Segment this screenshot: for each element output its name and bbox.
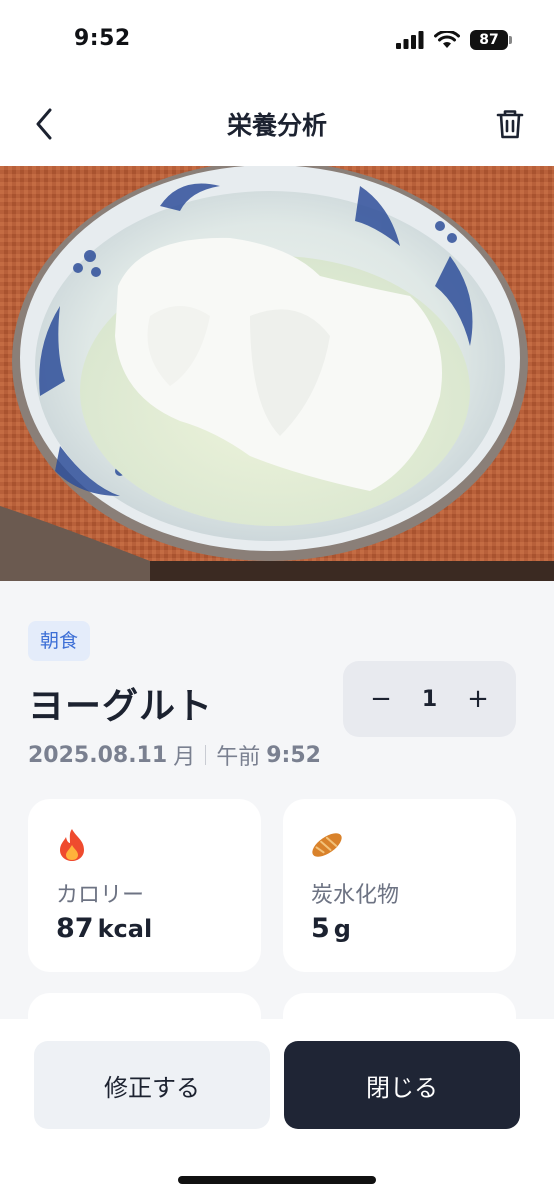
delete-button[interactable] <box>488 102 532 146</box>
logged-time: 9:52 <box>266 742 321 768</box>
bread-icon <box>312 833 342 857</box>
nutrient-value: 5g <box>311 913 351 944</box>
carbs-unit: g <box>333 915 351 943</box>
status-icons: 87 <box>396 30 512 50</box>
battery-icon: 87 <box>470 30 512 50</box>
trash-icon <box>496 110 524 139</box>
logged-weekday: 月 <box>173 745 196 770</box>
nutrient-value: 87 kcal <box>56 913 152 944</box>
edit-button[interactable]: 修正する <box>34 1041 270 1129</box>
yogurt-bowl-image <box>0 166 554 581</box>
food-photo <box>0 166 554 581</box>
fire-icon <box>60 829 84 861</box>
page-title: 栄養分析 <box>226 111 327 140</box>
wifi-icon <box>434 31 460 48</box>
quantity-stepper: − 1 + <box>343 661 516 737</box>
status-time: 9:52 <box>74 26 131 51</box>
nutrient-card-calories: カロリー 87 kcal <box>28 799 261 972</box>
home-indicator[interactable] <box>178 1176 376 1184</box>
logged-datetime: 2025.08.11 月 午前 9:52 <box>28 739 321 771</box>
date-divider <box>205 745 207 765</box>
increase-quantity-button[interactable]: + <box>460 681 496 717</box>
decrease-quantity-button[interactable]: − <box>363 681 399 717</box>
food-name: ヨーグルト <box>28 686 214 727</box>
logged-date: 2025.08.11 <box>28 742 168 768</box>
nutrient-label: 炭水化物 <box>311 883 400 908</box>
status-bar: 9:52 87 <box>0 0 554 84</box>
meal-type-badge[interactable]: 朝食 <box>28 621 91 661</box>
calories-value: 87 <box>56 913 94 944</box>
carbs-value: 5 <box>311 913 330 944</box>
quantity-value: 1 <box>421 686 438 712</box>
cellular-signal-icon <box>396 31 424 49</box>
nav-bar: 栄養分析 <box>0 84 554 166</box>
nutrition-detail: 朝食 ヨーグルト − 1 + 2025.08.11 月 午前 9:52 カロリー… <box>0 581 554 1053</box>
nutrient-label: カロリー <box>56 883 145 908</box>
nutrient-card-carbs: 炭水化物 5g <box>283 799 516 972</box>
logged-period: 午前 <box>216 745 261 770</box>
bottom-action-bar: 修正する 閉じる <box>0 1019 554 1199</box>
close-button[interactable]: 閉じる <box>284 1041 520 1129</box>
calories-unit: kcal <box>97 915 153 943</box>
